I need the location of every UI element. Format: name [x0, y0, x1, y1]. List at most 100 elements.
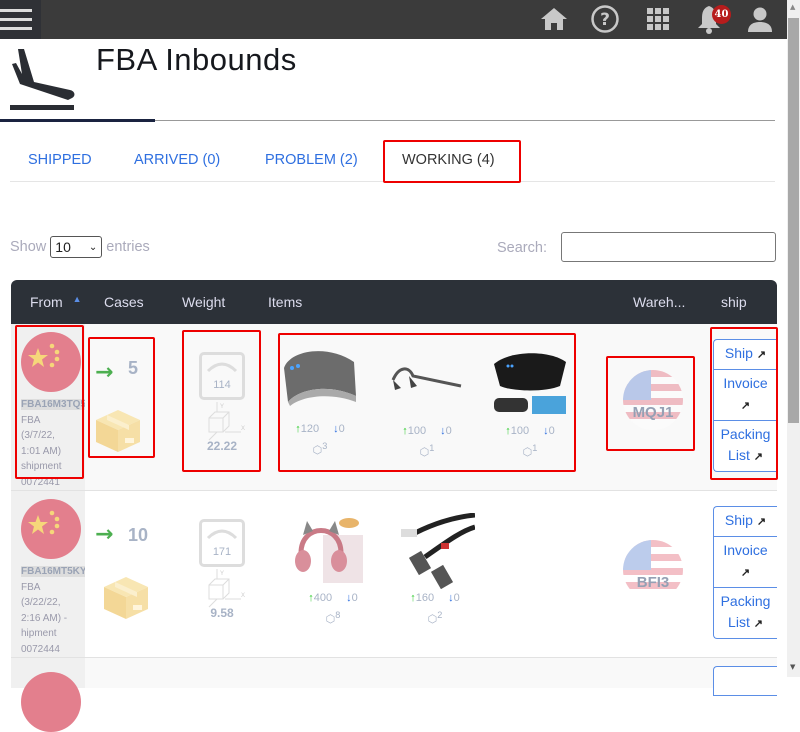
entries-label: entries	[106, 239, 150, 255]
bluetooth-sleep-mask-image	[490, 346, 570, 424]
sort-ascending-icon: ▲	[72, 294, 82, 304]
shipment-id[interactable]: FBA16M3TQ5	[21, 399, 85, 410]
from-cell: FBA16MT5KY FBA (3/22/22, 2:16 AM) - hipm…	[11, 491, 85, 657]
arrow-right-icon: →	[95, 522, 114, 547]
column-header-cases[interactable]: Cases	[104, 294, 144, 310]
tab-problem[interactable]: PROBLEM (2)	[265, 152, 358, 168]
package-icon: ⬡	[325, 613, 336, 626]
header-divider-accent	[0, 119, 155, 122]
column-header-weight[interactable]: Weight	[182, 294, 225, 310]
scale-icon: 171	[199, 519, 245, 567]
packing-list-button[interactable]: Packing List ↗	[714, 588, 777, 638]
package-icon: ⬡	[427, 613, 438, 626]
qty-received: 0	[338, 423, 345, 435]
search-input[interactable]	[561, 232, 776, 262]
weight-value: 114	[213, 379, 231, 391]
shipment-info: FBA16MT5KY FBA (3/22/22, 2:16 AM) - hipm…	[21, 566, 85, 655]
home-icon[interactable]	[539, 4, 569, 34]
notification-count-badge: 40	[712, 5, 731, 24]
apps-grid-icon[interactable]	[643, 4, 673, 34]
tab-arrived[interactable]: ARRIVED (0)	[134, 152, 220, 168]
weight-cell: 171 YX 9.58	[196, 519, 248, 620]
usa-flag-icon	[623, 370, 683, 430]
qty-received: 0	[445, 425, 452, 437]
svg-text:?: ?	[600, 10, 610, 30]
shipment-info: FBA16M3TQ5 FBA (3/7/22, 1:01 AM) shipmen…	[21, 399, 85, 488]
external-link-icon: ↗	[740, 400, 751, 412]
invoice-button[interactable]: Invoice ↗	[714, 370, 777, 421]
pack-count: 1	[532, 443, 538, 453]
dimensions-icon: YX	[208, 402, 245, 441]
header-divider	[155, 120, 775, 121]
bone-conduction-headphones-image	[387, 346, 467, 424]
table-row: FBA16MT5KY FBA (3/22/22, 2:16 AM) - hipm…	[11, 491, 777, 658]
ship-actions: Ship ↗ Invoice ↗ Packing List ↗	[713, 339, 777, 472]
svg-text:X: X	[241, 593, 245, 599]
pack-count: 2	[437, 610, 443, 620]
vertical-scrollbar[interactable]: ▲ ▼	[787, 0, 800, 677]
dimensions-icon: YX	[208, 569, 245, 608]
qty-shipped: 120	[300, 423, 320, 435]
usa-flag-icon	[623, 540, 683, 600]
tab-shipped[interactable]: SHIPPED	[28, 152, 92, 168]
scroll-down-arrow-icon[interactable]: ▼	[790, 663, 795, 671]
cases-count: 5	[128, 358, 139, 378]
top-navbar: ? 40	[0, 0, 787, 39]
arrow-right-icon: →	[95, 360, 114, 385]
qty-received: 0	[453, 592, 460, 604]
airplane-landing-icon	[8, 44, 78, 118]
ship-button[interactable]: Ship ↗	[714, 340, 777, 370]
pack-count: 8	[335, 610, 341, 620]
qty-shipped: 400	[313, 592, 333, 604]
item-card[interactable]: ↑100 ↓0 ⬡1	[490, 346, 570, 459]
column-header-from[interactable]: From ▲	[30, 294, 81, 310]
qty-shipped: 100	[407, 425, 427, 437]
external-link-icon: ↗	[756, 349, 767, 361]
svg-text:Y: Y	[220, 404, 224, 410]
tab-working[interactable]: WORKING (4)	[402, 152, 495, 168]
warehouse-cell: MQJ1	[623, 370, 683, 430]
item-card[interactable]: ↑120 ↓0 ⬡3	[280, 344, 360, 457]
entries-select[interactable]: 10 ⌄	[50, 236, 103, 258]
ship-actions: Ship ↗ Invoice ↗ Packing List ↗	[713, 506, 777, 639]
china-flag-icon	[21, 672, 81, 732]
warehouse-code: MQJ1	[632, 404, 674, 421]
scroll-up-arrow-icon[interactable]: ▲	[790, 3, 795, 11]
item-card[interactable]: ↑160 ↓0 ⬡2	[395, 512, 476, 626]
invoice-button[interactable]: Invoice ↗	[714, 537, 777, 588]
column-header-items[interactable]: Items	[268, 294, 302, 310]
status-tabs: SHIPPED ARRIVED (0) PROBLEM (2) WORKING …	[10, 142, 775, 182]
user-icon[interactable]	[745, 4, 775, 34]
qty-shipped: 100	[510, 425, 530, 437]
ship-button[interactable]	[713, 666, 777, 696]
hamburger-menu-button[interactable]	[0, 0, 41, 39]
column-header-ship[interactable]: ship	[721, 294, 747, 310]
help-icon[interactable]: ?	[590, 4, 620, 34]
from-cell: FBA16M3TQ5 FBA (3/7/22, 1:01 AM) shipmen…	[11, 324, 85, 490]
from-cell	[11, 658, 85, 732]
table-row	[11, 658, 777, 732]
package-icon: ⬡	[522, 446, 533, 459]
pack-count: 3	[322, 441, 328, 451]
item-card[interactable]: ↑100 ↓0 ⬡1	[387, 346, 467, 459]
column-header-warehouse[interactable]: Wareh...	[633, 294, 685, 310]
page-title: FBA Inbounds	[96, 42, 297, 77]
external-link-icon: ↗	[753, 451, 763, 463]
item-card[interactable]: ↑400 ↓0 ⬡8	[293, 513, 373, 626]
external-link-icon: ↗	[740, 567, 751, 579]
ship-button[interactable]: Ship ↗	[714, 507, 777, 537]
warehouse-cell: BFI3	[623, 540, 683, 600]
cardboard-box-icon	[93, 406, 143, 458]
qty-received: 0	[548, 425, 555, 437]
warehouse-code: BFI3	[636, 574, 670, 591]
qty-shipped: 160	[415, 592, 435, 604]
weight-cell: 114 YX 22.22	[196, 352, 248, 453]
cases-count: 10	[128, 525, 149, 545]
package-icon: ⬡	[312, 444, 323, 457]
shipment-id[interactable]: FBA16MT5KY	[21, 566, 85, 577]
packing-list-button[interactable]: Packing List ↗	[714, 421, 777, 471]
scrollbar-thumb[interactable]	[788, 18, 799, 423]
svg-text:Y: Y	[220, 571, 224, 577]
external-link-icon: ↗	[756, 516, 767, 528]
qty-received: 0	[351, 592, 358, 604]
